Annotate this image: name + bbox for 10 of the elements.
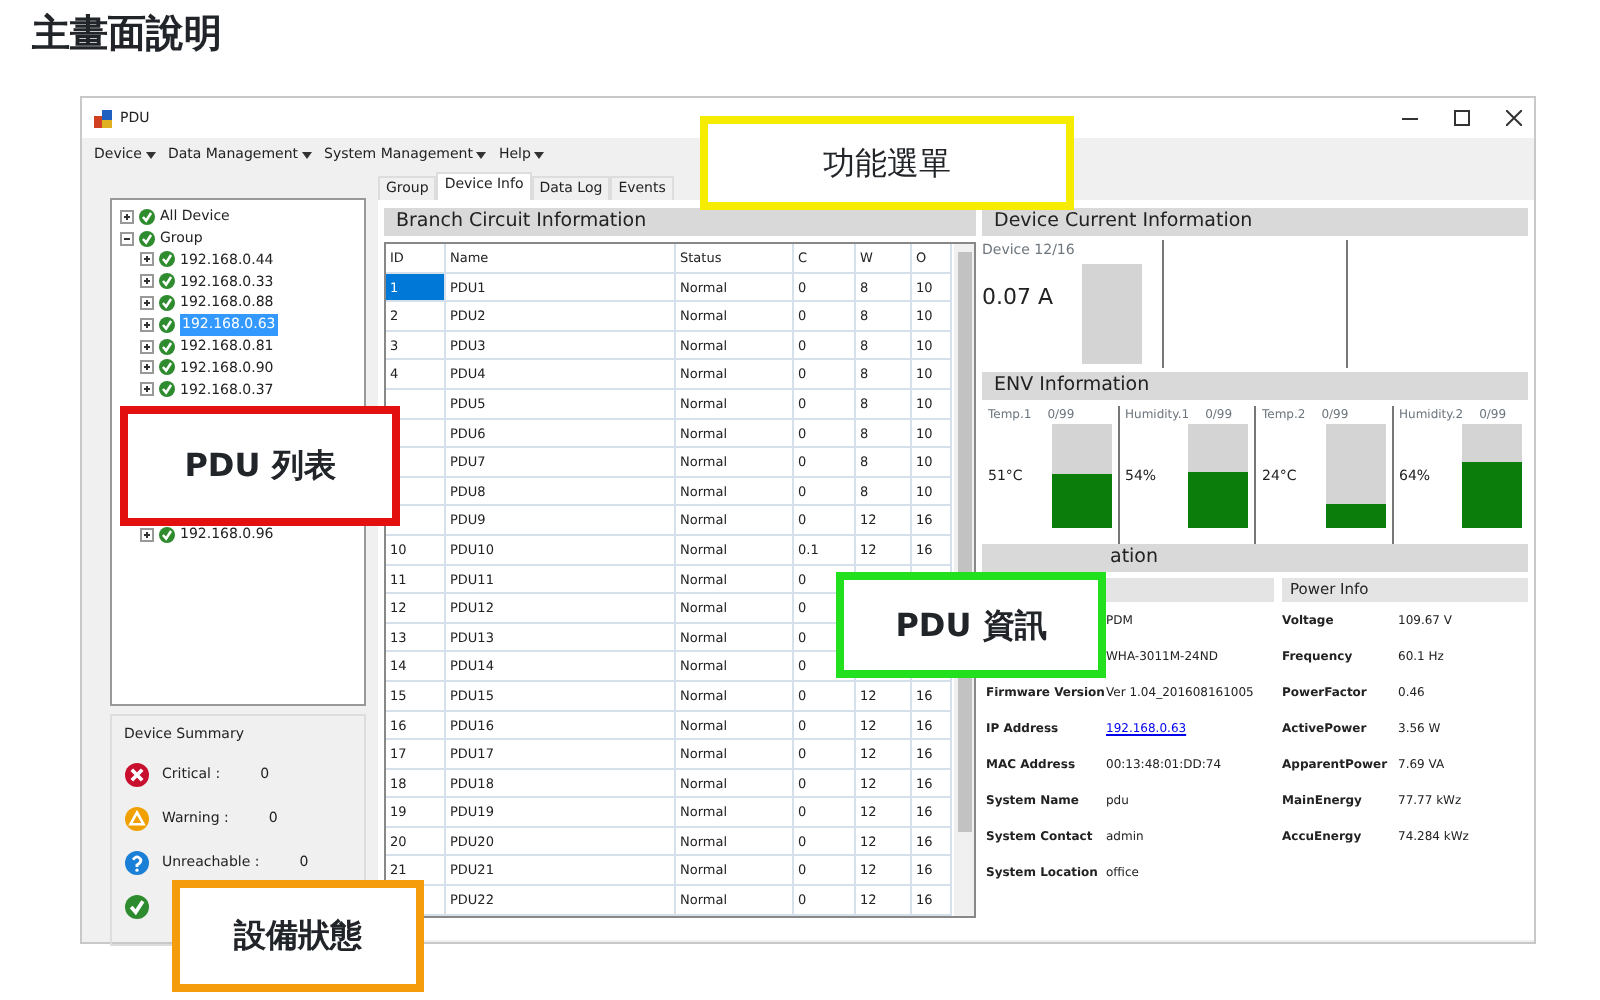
callout-tooltip: PDU 資訊 xyxy=(836,572,1106,678)
section-header: ENV Information xyxy=(982,372,1528,400)
callout-tooltip: 設備狀態 xyxy=(172,880,424,992)
page-heading: 主畫面說明 xyxy=(30,10,224,60)
callout-tooltip: 功能選單 xyxy=(700,116,1074,210)
callout-tooltip: PDU 列表 xyxy=(120,406,400,526)
section-header: Branch Circuit Information xyxy=(384,208,976,236)
section-header: ation xyxy=(1110,546,1159,568)
current-value: 0.07 A xyxy=(982,281,1056,313)
section-header: Device Current Information xyxy=(982,208,1528,236)
